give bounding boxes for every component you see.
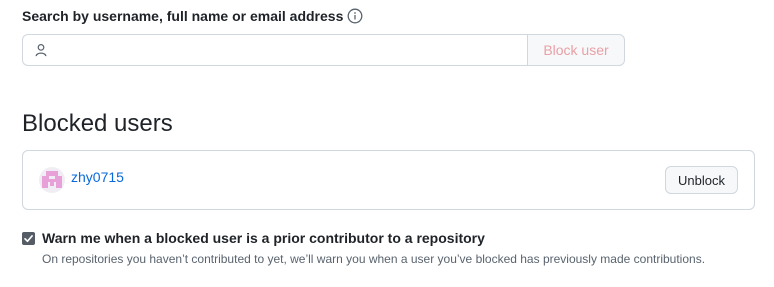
person-icon — [33, 42, 49, 58]
search-label-row: Search by username, full name or email a… — [22, 8, 363, 24]
checkmark-icon — [24, 235, 33, 243]
warn-setting: Warn me when a blocked user is a prior c… — [22, 229, 705, 267]
block-user-button[interactable]: Block user — [527, 34, 625, 66]
warn-checkbox[interactable] — [22, 232, 35, 245]
block-user-form: Block user — [22, 34, 625, 66]
blocked-users-heading: Blocked users — [22, 110, 173, 137]
blocked-users-list: zhy0715 Unblock — [22, 150, 755, 210]
avatar[interactable] — [39, 167, 65, 193]
warn-label[interactable]: Warn me when a blocked user is a prior c… — [42, 229, 705, 247]
unblock-button[interactable]: Unblock — [665, 166, 738, 194]
search-input-wrapper — [22, 34, 527, 66]
blocked-username-link[interactable]: zhy0715 — [71, 169, 124, 185]
search-label: Search by username, full name or email a… — [22, 8, 344, 24]
warn-text: Warn me when a blocked user is a prior c… — [42, 229, 705, 267]
info-icon[interactable] — [347, 8, 363, 24]
search-input[interactable] — [49, 36, 527, 64]
warn-note: On repositories you haven’t contributed … — [42, 252, 706, 266]
list-item: zhy0715 Unblock — [23, 151, 754, 209]
